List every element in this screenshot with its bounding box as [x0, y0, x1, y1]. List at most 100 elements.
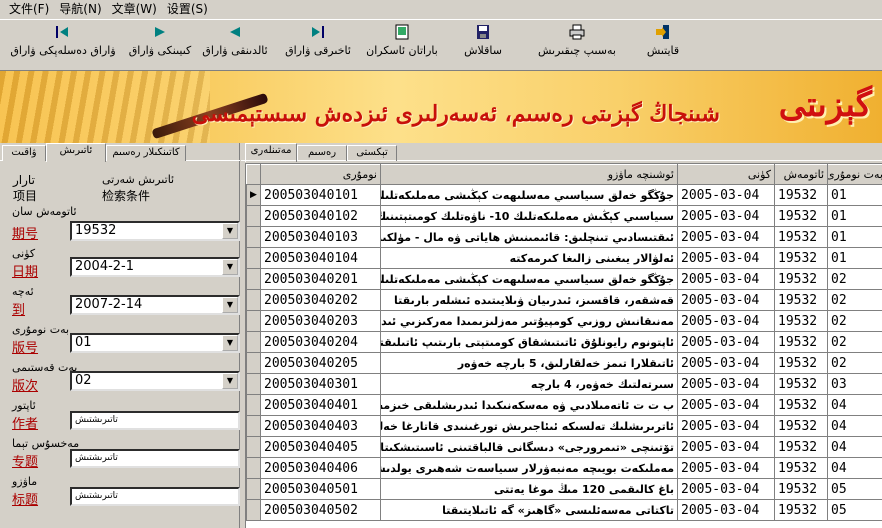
cell-issue[interactable]: 19532: [774, 415, 828, 437]
cell-title[interactable]: مەنىقانىش روزىي كومپيۇتىر مەزلىزىمىدا مە…: [380, 310, 678, 332]
cell-issue[interactable]: 19532: [774, 184, 828, 206]
table-row[interactable]: 200503040202 قەشقەر، قاقسىز، ئىدرىيان ۋىل…: [246, 289, 882, 311]
cell-issue[interactable]: 19532: [774, 268, 828, 290]
cell-date[interactable]: 2005-03-04: [677, 310, 775, 332]
cell-page[interactable]: 04: [827, 394, 882, 416]
table-row[interactable]: 200503040102 سىياسىي كېڭىش مەملىكەتلىك 10…: [246, 205, 882, 227]
cell-number[interactable]: 200503040104: [260, 247, 381, 269]
cell-issue[interactable]: 19532: [774, 226, 828, 248]
row-selected-indicator-icon[interactable]: ▶: [246, 184, 261, 206]
row-indicator[interactable]: [246, 436, 261, 458]
table-row[interactable]: 200503040405 تۆتىنچى «تىمرورجى» دىسگانى ق…: [246, 436, 882, 458]
row-indicator[interactable]: [246, 205, 261, 227]
cell-title[interactable]: ئىقتىسادىي تىنچلىق: قائىمىنىش ھاياتى ۋە …: [380, 226, 678, 248]
topic-input[interactable]: تاتىرىشتىش: [70, 449, 240, 468]
cell-title[interactable]: تۆتىنچى «تىمرورجى» دىسگانى قالباقتىنى ئا…: [380, 436, 678, 458]
tab-search[interactable]: ئاتىرىش: [46, 143, 106, 162]
table-row[interactable]: ▶ 200503040101 جۇڭگو خەلق سىياسىي مەسلىھەت…: [246, 184, 882, 206]
page-select[interactable]: 01 ▼: [70, 333, 240, 353]
chevron-down-icon[interactable]: ▼: [222, 259, 238, 275]
cell-title[interactable]: ئاتىقلارا تىمز خەلقارلىق، 5 بارچە خەۋەر: [380, 352, 678, 374]
cell-issue[interactable]: 19532: [774, 373, 828, 395]
row-indicator[interactable]: [246, 226, 261, 248]
table-row[interactable]: 200503040501 باغ كالىقمى 120 مىڭ موغا يەت…: [246, 478, 882, 500]
cell-date[interactable]: 2005-03-04: [677, 499, 775, 521]
table-row[interactable]: 200503040203 مەنىقانىش روزىي كومپيۇتىر مە…: [246, 310, 882, 332]
cell-title[interactable]: سىياسىي كېڭىش مەملىكەتلىك 10- ناۋەتلىك ك…: [380, 205, 678, 227]
chevron-down-icon[interactable]: ▼: [222, 297, 238, 313]
tab-picture[interactable]: رەسىم: [297, 145, 347, 161]
table-row[interactable]: 200503040104 ئەلۋالار يىغىنى زالىغا كىرمە…: [246, 247, 882, 269]
cell-title[interactable]: مەملىكەت بويىچە مەنبەۋرلار سىياسەت شەھىر…: [380, 457, 678, 479]
last-page-button[interactable]: ئاخىرقى ۋاراق: [278, 24, 358, 68]
prev-page-button[interactable]: ئالدىنقى ۋاراق: [195, 24, 275, 68]
row-indicator[interactable]: [246, 331, 261, 353]
menu-file[interactable]: 文件(F): [4, 0, 54, 19]
cell-page[interactable]: 05: [827, 478, 882, 500]
cell-title[interactable]: باغ كالىقمى 120 مىڭ موغا يەتتى: [380, 478, 678, 500]
row-indicator[interactable]: [246, 478, 261, 500]
cell-issue[interactable]: 19532: [774, 478, 828, 500]
cell-issue[interactable]: 19532: [774, 247, 828, 269]
cell-number[interactable]: 200503040203: [260, 310, 381, 332]
cell-page[interactable]: 02: [827, 352, 882, 374]
edition-label[interactable]: 版次: [12, 375, 38, 394]
table-row[interactable]: 200503040502 تاكتاتى مەسەئلىسى «گاھىز» گە…: [246, 499, 882, 521]
issue-select[interactable]: 19532 ▼: [70, 221, 240, 241]
cell-number[interactable]: 200503040401: [260, 394, 381, 416]
issue-label[interactable]: 期号: [12, 223, 38, 242]
row-indicator[interactable]: [246, 310, 261, 332]
cell-issue[interactable]: 19532: [774, 331, 828, 353]
tab-picture-catalog[interactable]: كاتىنكىلار رەسىم: [106, 145, 186, 161]
cell-page[interactable]: 02: [827, 310, 882, 332]
cell-page[interactable]: 04: [827, 415, 882, 437]
cell-date[interactable]: 2005-03-04: [677, 289, 775, 311]
cell-title[interactable]: سىرتەلتىك خەۋەر، 4 بارچە: [380, 373, 678, 395]
table-row[interactable]: 200503040406 مەملىكەت بويىچە مەنبەۋرلار س…: [246, 457, 882, 479]
chevron-down-icon[interactable]: ▼: [222, 335, 238, 351]
cell-number[interactable]: 200503040101: [260, 184, 381, 206]
date-label[interactable]: 日期: [12, 261, 38, 280]
cell-number[interactable]: 200503040205: [260, 352, 381, 374]
row-indicator[interactable]: [246, 499, 261, 521]
row-indicator[interactable]: [246, 394, 261, 416]
cell-title[interactable]: ئاپتونوم رايونلۇق ئاتىتىشقاق كومىتېتى با…: [380, 331, 678, 353]
date-to-select[interactable]: 2007-2-14 ▼: [70, 295, 240, 315]
cell-date[interactable]: 2005-03-04: [677, 457, 775, 479]
cell-page[interactable]: 01: [827, 184, 882, 206]
cell-date[interactable]: 2005-03-04: [677, 415, 775, 437]
menu-settings[interactable]: 设置(S): [162, 0, 213, 19]
cell-date[interactable]: 2005-03-04: [677, 373, 775, 395]
cell-title[interactable]: ئەلۋالار يىغىنى زالىغا كىرمەكتە: [380, 247, 678, 269]
row-indicator[interactable]: [246, 268, 261, 290]
cell-page[interactable]: 03: [827, 373, 882, 395]
cell-page[interactable]: 04: [827, 457, 882, 479]
cell-date[interactable]: 2005-03-04: [677, 268, 775, 290]
header-page[interactable]: بەت نومۇرى: [827, 164, 882, 185]
header-date[interactable]: كۈنى: [677, 164, 775, 185]
header-title[interactable]: ئوشىنچە ماۋزو: [380, 164, 678, 185]
cell-date[interactable]: 2005-03-04: [677, 478, 775, 500]
title-label[interactable]: 标题: [12, 489, 38, 508]
row-indicator[interactable]: [246, 373, 261, 395]
header-issue[interactable]: ئاتومەش: [774, 164, 828, 185]
header-number[interactable]: نومۇرى: [260, 164, 381, 185]
save-button[interactable]: ساقلاش: [458, 24, 508, 68]
cell-date[interactable]: 2005-03-04: [677, 226, 775, 248]
topic-label[interactable]: 专题: [12, 451, 38, 470]
row-indicator[interactable]: [246, 289, 261, 311]
title-input[interactable]: تاتىرىشتىش: [70, 487, 240, 506]
tab-time[interactable]: ۋاقىت: [2, 145, 46, 161]
cell-date[interactable]: 2005-03-04: [677, 352, 775, 374]
cell-number[interactable]: 200503040102: [260, 205, 381, 227]
table-row[interactable]: 200503040403 ئاترىرىشلىك تەلسىكە ئىئاجىرى…: [246, 415, 882, 437]
cell-title[interactable]: ئاترىرىشلىك تەلسىكە ئىئاجىرىش تورغىنىدى …: [380, 415, 678, 437]
page-label[interactable]: 版号: [12, 337, 38, 356]
cell-number[interactable]: 200503040406: [260, 457, 381, 479]
cell-page[interactable]: 01: [827, 205, 882, 227]
chevron-down-icon[interactable]: ▼: [222, 373, 238, 389]
cell-issue[interactable]: 19532: [774, 205, 828, 227]
cell-issue[interactable]: 19532: [774, 457, 828, 479]
table-row[interactable]: 200503040201 جۇڭگو خەلق سىياسىي مەسلىھەت …: [246, 268, 882, 290]
cell-page[interactable]: 02: [827, 289, 882, 311]
